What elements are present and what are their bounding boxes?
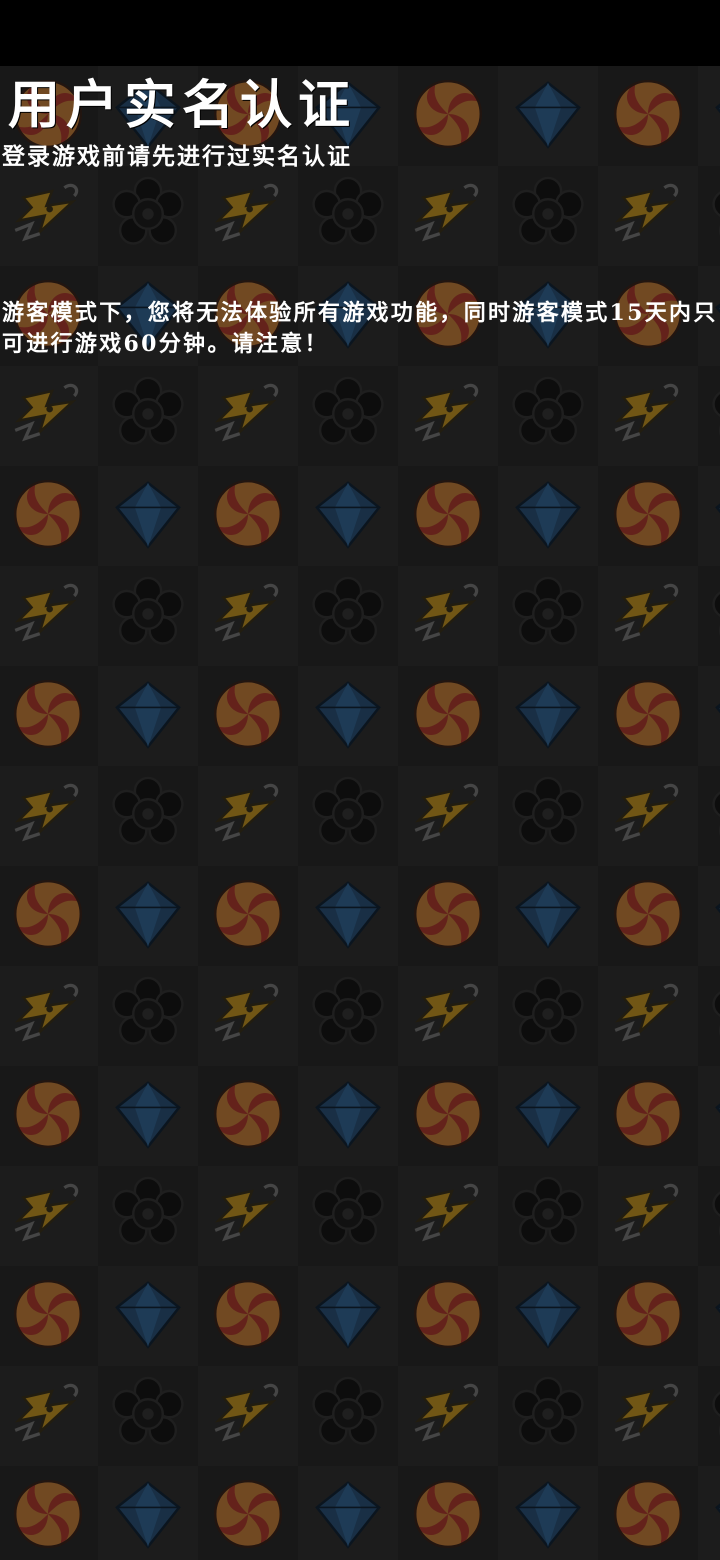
guest-mode-notice: 游客模式下，您将无法体验所有游戏功能，同时游客模式15天内只可进行游戏60分钟。… xyxy=(2,300,718,357)
page-title: 用户实名认证 xyxy=(8,75,357,136)
status-bar xyxy=(0,0,720,66)
dim-overlay xyxy=(0,66,720,1560)
app-screen: 用户实名认证 登录游戏前请先进行过实名认证 游客模式下，您将无法体验所有游戏功能… xyxy=(0,0,720,1560)
page-subtitle: 登录游戏前请先进行过实名认证 xyxy=(2,143,352,170)
